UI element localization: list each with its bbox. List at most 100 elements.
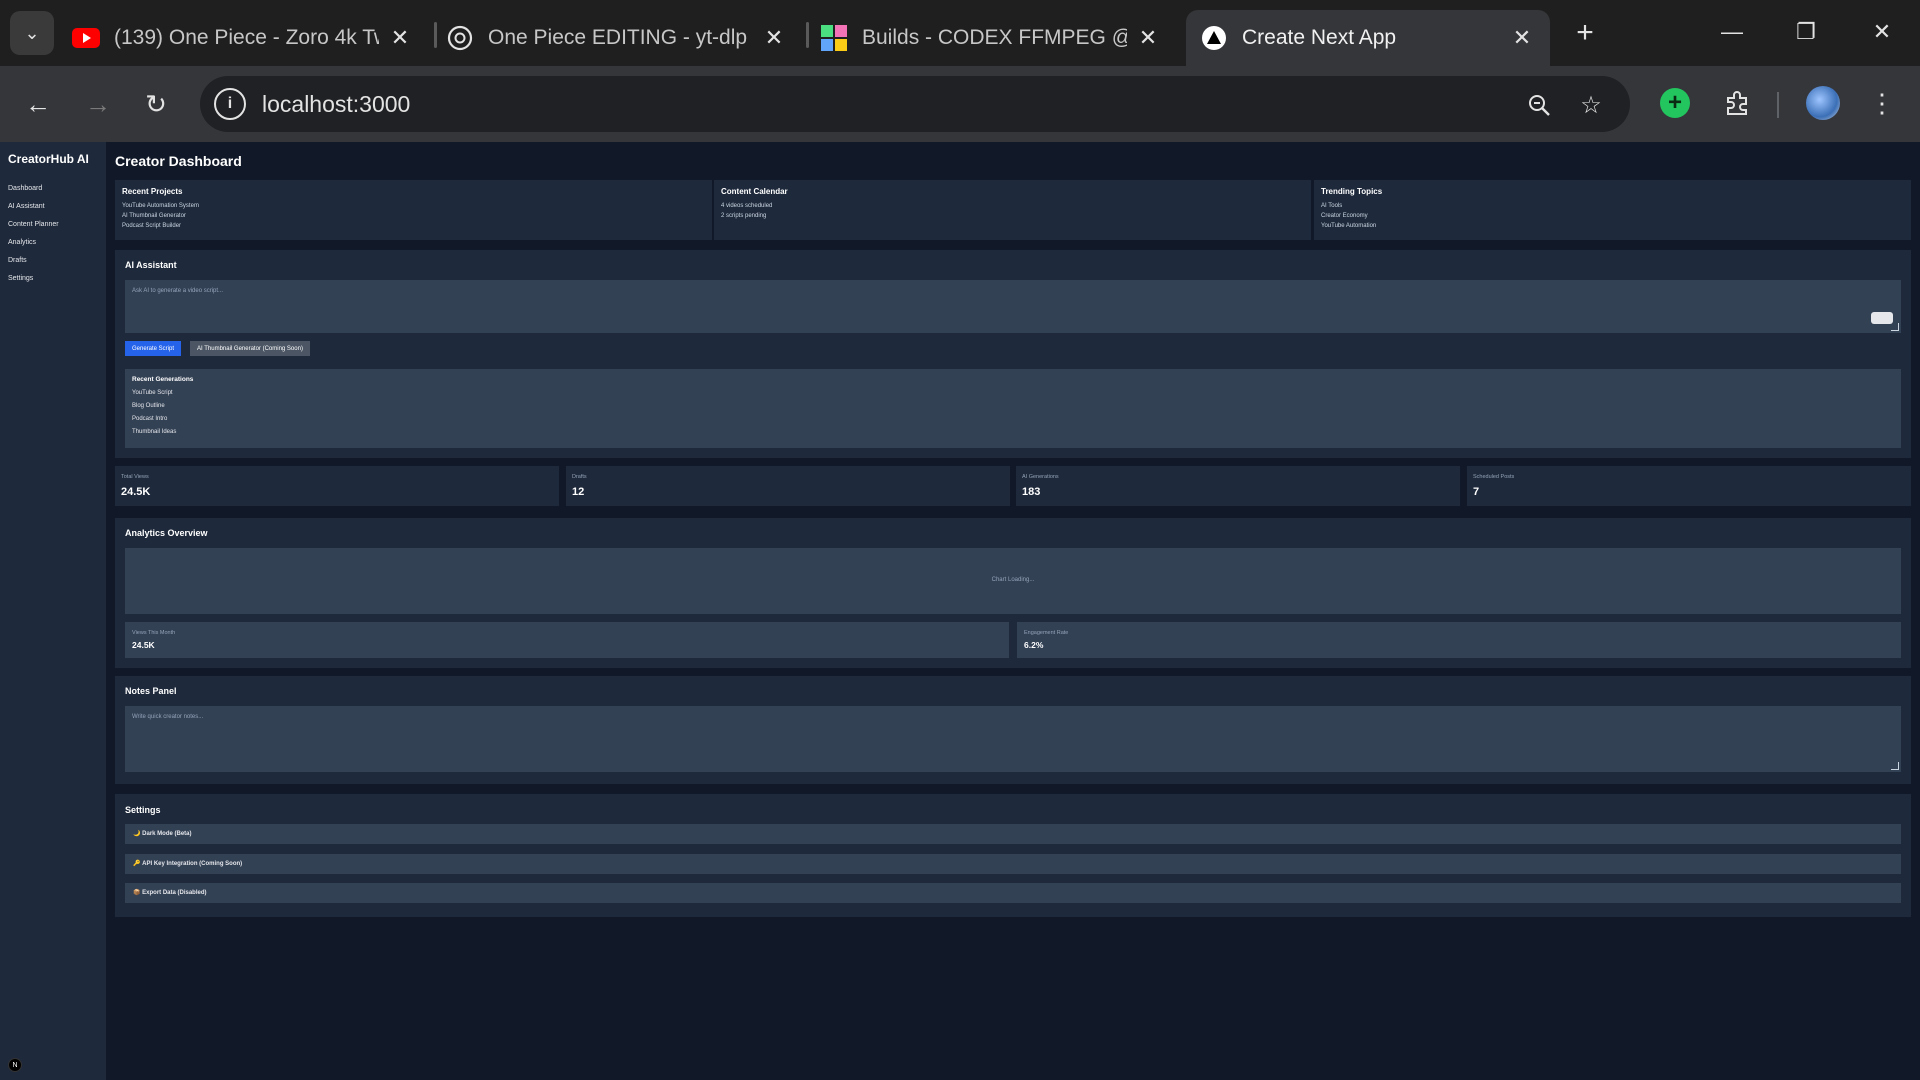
stat-label: Total Views [121,474,149,480]
card-trending-topics: Trending Topics AI Tools Creator Economy… [1314,180,1911,240]
tab-title: One Piece EDITING - yt-dlp in [488,26,753,49]
placeholder-text: Ask AI to generate a video script... [132,288,224,294]
list-item: Blog Outline [132,403,165,409]
chart-placeholder: Chart Loading... [125,548,1901,614]
zoom-icon[interactable] [1522,88,1556,122]
sidebar-item-content-planner[interactable]: Content Planner [8,220,59,238]
section-title: Settings [125,805,161,815]
metric-label: Engagement Rate [1024,630,1069,636]
chatgpt-icon [446,24,474,52]
sidebar: CreatorHub AI Dashboard AI Assistant Con… [0,142,106,1080]
section-title: Analytics Overview [125,528,208,538]
section-title: AI Assistant [125,260,177,270]
list-item: 2 scripts pending [721,213,767,219]
setting-row[interactable]: 📦 Export Data (Disabled) [125,883,1901,903]
notes-input[interactable]: Write quick creator notes... [125,706,1901,772]
browser-tab[interactable]: Builds - CODEX FFMPEG @ gy ✕ [820,10,1168,66]
resize-handle[interactable] [1891,762,1899,770]
list-item: Podcast Script Builder [122,223,182,229]
browser-toolbar: ← → ↻ i localhost:3000 ☆ [0,66,1920,142]
forward-button[interactable]: → [78,84,118,124]
reload-icon: ↻ [145,88,167,119]
stat-card: Drafts 12 [566,466,1010,506]
tab-divider [434,22,437,48]
setting-label: 🔑 API Key Integration (Coming Soon) [133,861,243,867]
tab-search-button[interactable]: ⌄ [10,11,54,55]
next-dev-badge[interactable]: N [8,1058,22,1072]
stat-value: 12 [572,486,585,498]
sidebar-item-settings[interactable]: Settings [8,274,59,292]
generate-script-button[interactable]: Generate Script [125,341,182,356]
browser-tab-strip: ⌄ (139) One Piece - Zoro 4k Twi ✕ One Pi… [0,0,1920,66]
list-item: 4 videos scheduled [721,203,773,209]
metric-card: Engagement Rate 6.2% [1017,622,1901,658]
browser-menu-icon[interactable]: ⋮ [1869,86,1895,120]
stat-value: 7 [1473,486,1480,498]
card-title: Recent Projects [122,187,183,196]
recent-generations-title: Recent Generations [132,376,194,383]
metric-value: 24.5K [132,640,155,650]
nextjs-icon [1200,24,1228,52]
close-window-button[interactable]: ✕ [1852,10,1912,54]
reload-button[interactable]: ↻ [136,84,176,124]
tab-title: (139) One Piece - Zoro 4k Twi [114,26,379,49]
notes-panel: Notes Panel Write quick creator notes... [115,676,1911,784]
moon-icon: 🌙 [133,831,141,837]
sidebar-item-drafts[interactable]: Drafts [8,256,59,274]
chart-loading-text: Chart Loading... [991,577,1035,583]
sidebar-item-analytics[interactable]: Analytics [8,238,59,256]
setting-row[interactable]: 🔑 API Key Integration (Coming Soon) [125,854,1901,874]
grammar-extension-icon[interactable] [1871,312,1893,324]
extension-add-icon[interactable]: + [1660,88,1690,118]
metric-label: Views This Month [132,630,176,636]
setting-label: 🌙 Dark Mode (Beta) [133,831,192,837]
metric-card: Views This Month 24.5K [125,622,1009,658]
close-icon[interactable]: ✕ [386,24,414,52]
stat-value: 183 [1022,486,1041,498]
browser-tab-active[interactable]: Create Next App ✕ [1186,10,1550,66]
arrow-right-icon: → [85,88,111,119]
brand-logo: CreatorHub AI [8,152,89,166]
app-viewport: CreatorHub AI Dashboard AI Assistant Con… [0,142,1920,1080]
sidebar-item-ai-assistant[interactable]: AI Assistant [8,202,59,220]
thumbnail-generator-button[interactable]: AI Thumbnail Generator (Coming Soon) [190,341,310,356]
list-item: AI Tools [1321,203,1343,209]
list-item: Thumbnail Ideas [132,429,177,435]
setting-label: 📦 Export Data (Disabled) [133,890,207,896]
key-icon: 🔑 [133,861,141,867]
bookmark-star-icon[interactable]: ☆ [1574,88,1608,122]
browser-tab[interactable]: (139) One Piece - Zoro 4k Twi ✕ [72,10,420,66]
profile-avatar[interactable] [1806,86,1840,120]
settings-panel: Settings 🌙 Dark Mode (Beta) 🔑 API Key In… [115,794,1911,917]
youtube-icon [72,24,100,52]
stat-card: AI Generations 183 [1016,466,1460,506]
tab-title: Builds - CODEX FFMPEG @ gy [862,26,1127,49]
section-title: Notes Panel [125,686,177,696]
stat-label: Scheduled Posts [1473,474,1515,480]
close-icon[interactable]: ✕ [760,24,788,52]
arrow-left-icon: ← [25,88,51,119]
site-info-icon[interactable]: i [214,88,246,120]
close-icon[interactable]: ✕ [1508,24,1536,52]
new-tab-button[interactable]: + [1568,16,1602,50]
stat-card: Scheduled Posts 7 [1467,466,1911,506]
list-item: Creator Economy [1321,213,1368,219]
list-item: Podcast Intro [132,416,168,422]
close-icon[interactable]: ✕ [1134,24,1162,52]
back-button[interactable]: ← [18,84,58,124]
analytics-panel: Analytics Overview Chart Loading... View… [115,518,1911,668]
url-text[interactable]: localhost:3000 [262,91,410,118]
address-bar[interactable]: i localhost:3000 ☆ [200,76,1630,132]
stat-card: Total Views 24.5K [115,466,559,506]
resize-handle[interactable] [1891,323,1899,331]
ai-prompt-input[interactable]: Ask AI to generate a video script... [125,280,1901,333]
close-icon: ✕ [1872,19,1892,44]
toolbar-divider [1777,92,1779,118]
restore-icon: ❐ [1796,19,1816,44]
sidebar-item-dashboard[interactable]: Dashboard [8,184,59,202]
browser-tab[interactable]: One Piece EDITING - yt-dlp in ✕ [446,10,794,66]
setting-row[interactable]: 🌙 Dark Mode (Beta) [125,824,1901,844]
restore-button[interactable]: ❐ [1776,10,1836,54]
minimize-button[interactable]: — [1702,10,1762,54]
extensions-puzzle-icon[interactable] [1720,86,1754,120]
